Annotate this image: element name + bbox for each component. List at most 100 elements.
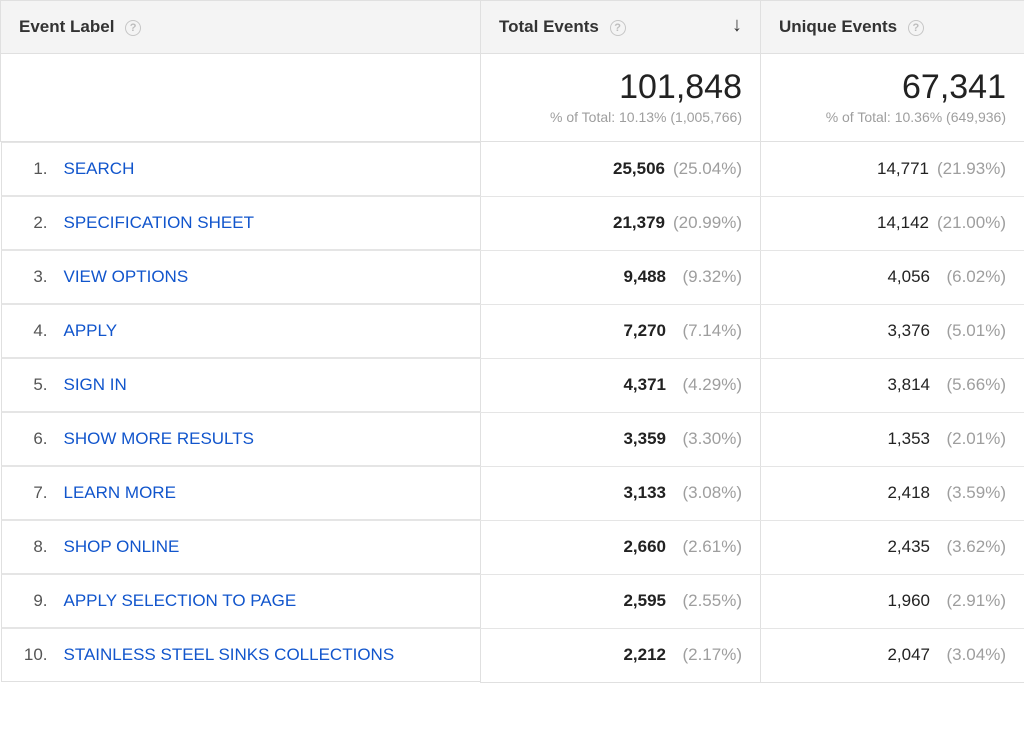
row-percent: (21.93%) bbox=[929, 159, 1006, 179]
row-total-events: 2,595(2.55%) bbox=[481, 574, 761, 628]
row-total-events: 2,660(2.61%) bbox=[481, 520, 761, 574]
event-label-link[interactable]: SHOP ONLINE bbox=[56, 537, 180, 557]
row-label-cell: 2.SPECIFICATION SHEET bbox=[1, 196, 481, 250]
row-index: 1. bbox=[20, 159, 56, 179]
row-value: 3,814 bbox=[887, 375, 930, 394]
row-percent: (20.99%) bbox=[665, 213, 742, 233]
summary-value: 67,341 bbox=[779, 68, 1006, 107]
row-value: 2,212 bbox=[623, 645, 666, 664]
row-unique-events: 1,353(2.01%) bbox=[761, 412, 1024, 466]
event-label-link[interactable]: APPLY bbox=[56, 321, 118, 341]
row-index: 5. bbox=[20, 375, 56, 395]
row-total-events: 7,270(7.14%) bbox=[481, 304, 761, 358]
row-unique-events: 4,056(6.02%) bbox=[761, 250, 1024, 304]
row-percent: (25.04%) bbox=[665, 159, 742, 179]
event-label-link[interactable]: SHOW MORE RESULTS bbox=[56, 429, 254, 449]
events-table: Event Label ? Total Events ? ↓ Unique Ev… bbox=[0, 0, 1024, 683]
help-icon[interactable]: ? bbox=[908, 20, 924, 36]
row-percent: (3.30%) bbox=[666, 429, 742, 449]
row-label-cell: 7.LEARN MORE bbox=[1, 466, 481, 520]
col-header-unique-events[interactable]: Unique Events ? bbox=[761, 1, 1024, 54]
table-row: 5.SIGN IN 4,371(4.29%) 3,814(5.66%) bbox=[1, 358, 1024, 412]
row-index: 10. bbox=[20, 645, 56, 665]
row-value: 4,371 bbox=[623, 375, 666, 394]
row-index: 7. bbox=[20, 483, 56, 503]
row-label-cell: 6.SHOW MORE RESULTS bbox=[1, 412, 481, 466]
row-percent: (4.29%) bbox=[666, 375, 742, 395]
event-label-link[interactable]: LEARN MORE bbox=[56, 483, 176, 503]
event-label-link[interactable]: STAINLESS STEEL SINKS COLLECTIONS bbox=[56, 645, 395, 665]
row-percent: (2.01%) bbox=[930, 429, 1006, 449]
col-header-event-label[interactable]: Event Label ? bbox=[1, 1, 481, 54]
row-index: 8. bbox=[20, 537, 56, 557]
event-label-link[interactable]: VIEW OPTIONS bbox=[56, 267, 189, 287]
row-value: 7,270 bbox=[623, 321, 666, 340]
table-row: 6.SHOW MORE RESULTS3,359(3.30%)1,353(2.0… bbox=[1, 412, 1024, 466]
row-label-cell: 1.SEARCH bbox=[1, 142, 481, 196]
row-index: 6. bbox=[20, 429, 56, 449]
row-value: 14,771 bbox=[877, 159, 929, 178]
row-value: 2,595 bbox=[623, 591, 666, 610]
event-label-link[interactable]: SEARCH bbox=[56, 159, 135, 179]
event-label-link[interactable]: SPECIFICATION SHEET bbox=[56, 213, 255, 233]
help-icon[interactable]: ? bbox=[125, 20, 141, 36]
table-row: 4.APPLY7,270(7.14%)3,376(5.01%) bbox=[1, 304, 1024, 358]
row-label-cell: 3.VIEW OPTIONS bbox=[1, 250, 481, 304]
row-value: 2,418 bbox=[887, 483, 930, 502]
row-value: 2,047 bbox=[887, 645, 930, 664]
row-index: 9. bbox=[20, 591, 56, 611]
event-label-link[interactable]: APPLY SELECTION TO PAGE bbox=[56, 591, 297, 611]
row-value: 3,359 bbox=[623, 429, 666, 448]
row-percent: (2.61%) bbox=[666, 537, 742, 557]
summary-subtext: % of Total: 10.13% (1,005,766) bbox=[499, 109, 742, 125]
col-header-text: Unique Events bbox=[779, 17, 897, 36]
summary-unique-events: 67,341 % of Total: 10.36% (649,936) bbox=[761, 54, 1024, 142]
table-row: 7.LEARN MORE3,133(3.08%)2,418(3.59%) bbox=[1, 466, 1024, 520]
row-percent: (6.02%) bbox=[930, 267, 1006, 287]
row-percent: (7.14%) bbox=[666, 321, 742, 341]
row-percent: (9.32%) bbox=[666, 267, 742, 287]
row-index: 3. bbox=[20, 267, 56, 287]
row-total-events: 3,133(3.08%) bbox=[481, 466, 761, 520]
row-value: 9,488 bbox=[623, 267, 666, 286]
row-value: 1,960 bbox=[887, 591, 930, 610]
table-row: 8.SHOP ONLINE 2,660(2.61%) 2,435(3.62%) bbox=[1, 520, 1024, 574]
row-percent: (5.66%) bbox=[930, 375, 1006, 395]
row-percent: (3.04%) bbox=[930, 645, 1006, 665]
col-header-text: Event Label bbox=[19, 17, 114, 36]
row-value: 2,435 bbox=[887, 537, 930, 556]
row-unique-events: 2,418(3.59%) bbox=[761, 466, 1024, 520]
row-unique-events: 14,771(21.93%) bbox=[761, 142, 1024, 197]
row-total-events: 2,212(2.17%) bbox=[481, 628, 761, 682]
row-label-cell: 4.APPLY bbox=[1, 304, 481, 358]
row-percent: (2.17%) bbox=[666, 645, 742, 665]
row-percent: (21.00%) bbox=[929, 213, 1006, 233]
row-total-events: 25,506(25.04%) bbox=[481, 142, 761, 197]
summary-value: 101,848 bbox=[499, 68, 742, 107]
row-value: 2,660 bbox=[623, 537, 666, 556]
row-value: 4,056 bbox=[887, 267, 930, 286]
summary-blank bbox=[1, 54, 481, 142]
row-total-events: 3,359(3.30%) bbox=[481, 412, 761, 466]
row-total-events: 4,371(4.29%) bbox=[481, 358, 761, 412]
row-value: 25,506 bbox=[613, 159, 665, 178]
row-unique-events: 14,142(21.00%) bbox=[761, 196, 1024, 250]
summary-row: 101,848 % of Total: 10.13% (1,005,766) 6… bbox=[1, 54, 1024, 142]
sort-desc-icon[interactable]: ↓ bbox=[732, 17, 742, 33]
row-percent: (2.55%) bbox=[666, 591, 742, 611]
row-unique-events: 2,047(3.04%) bbox=[761, 628, 1024, 682]
col-header-text: Total Events bbox=[499, 17, 599, 36]
summary-subtext: % of Total: 10.36% (649,936) bbox=[779, 109, 1006, 125]
row-total-events: 21,379(20.99%) bbox=[481, 196, 761, 250]
row-value: 21,379 bbox=[613, 213, 665, 232]
row-value: 3,133 bbox=[623, 483, 666, 502]
row-percent: (3.08%) bbox=[666, 483, 742, 503]
row-label-cell: 10.STAINLESS STEEL SINKS COLLECTIONS bbox=[1, 628, 481, 682]
help-icon[interactable]: ? bbox=[610, 20, 626, 36]
summary-total-events: 101,848 % of Total: 10.13% (1,005,766) bbox=[481, 54, 761, 142]
row-total-events: 9,488(9.32%) bbox=[481, 250, 761, 304]
row-value: 14,142 bbox=[877, 213, 929, 232]
row-percent: (3.62%) bbox=[930, 537, 1006, 557]
col-header-total-events[interactable]: Total Events ? ↓ bbox=[481, 1, 761, 54]
event-label-link[interactable]: SIGN IN bbox=[56, 375, 127, 395]
